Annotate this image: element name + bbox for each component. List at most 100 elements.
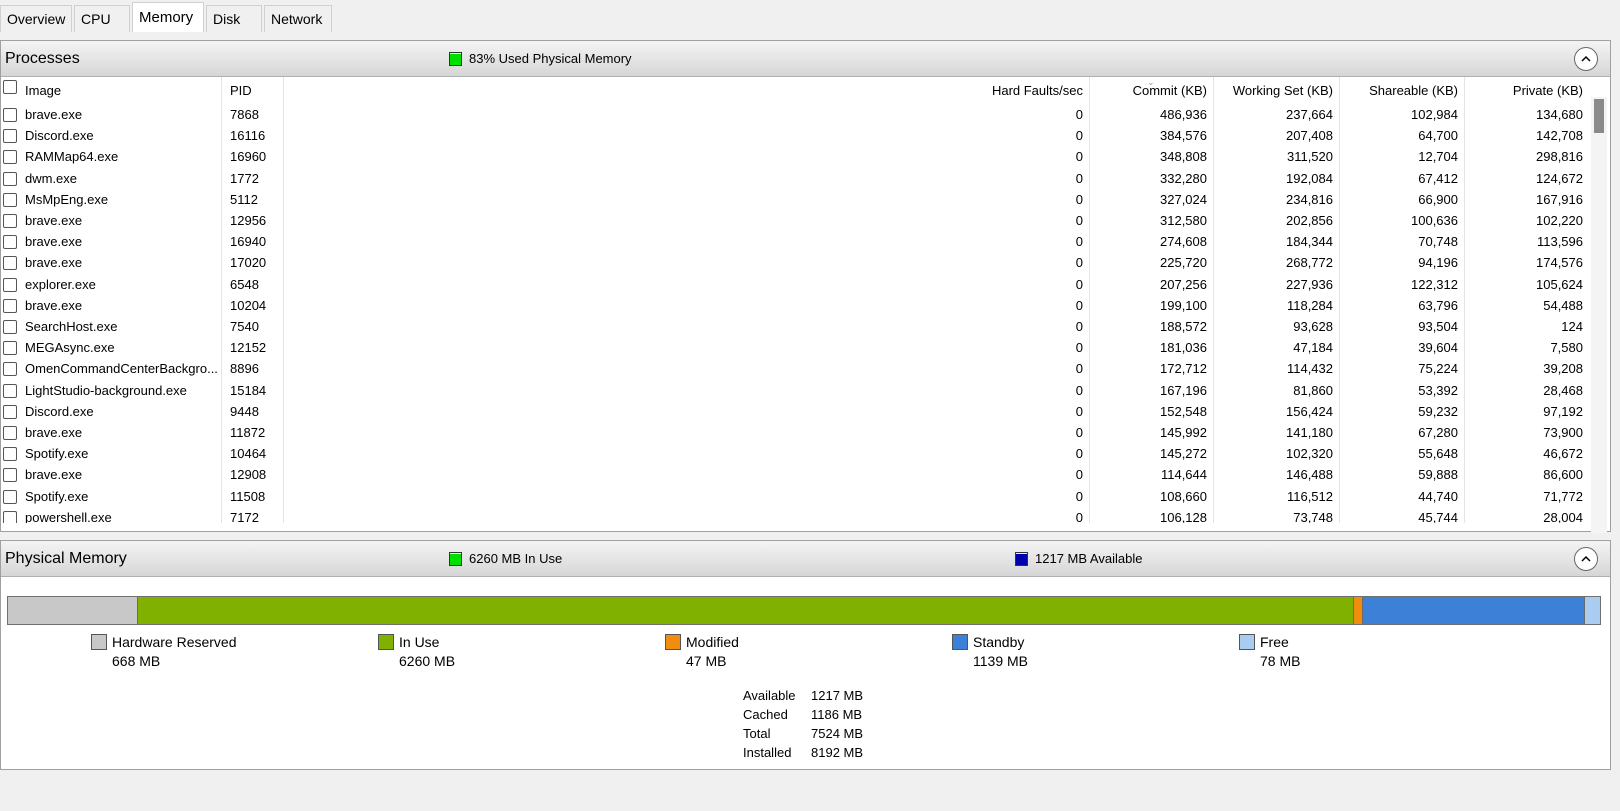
- cell-image: brave.exe: [25, 467, 83, 483]
- process-scrollbar[interactable]: [1591, 97, 1607, 533]
- collapse-physical-memory-button[interactable]: [1574, 547, 1598, 571]
- row-checkbox[interactable]: [3, 320, 17, 334]
- select-all-checkbox[interactable]: [3, 80, 17, 94]
- table-row[interactable]: RAMMap64.exe 16960 0 348,808 311,520 12,704 29…: [1, 147, 1591, 168]
- cell-image: brave.exe: [25, 425, 83, 440]
- tab-overview[interactable]: Overview: [0, 5, 72, 32]
- column-working-set[interactable]: Working Set (KB): [1219, 83, 1333, 98]
- cell-commit: 225,720: [1160, 255, 1207, 271]
- cell-working-set: 47,184: [1293, 340, 1333, 356]
- tab-network[interactable]: Network: [264, 5, 332, 32]
- cell-shareable: 63,796: [1418, 297, 1458, 313]
- row-checkbox[interactable]: [3, 383, 17, 398]
- cell-commit: 108,660: [1160, 488, 1207, 504]
- row-checkbox[interactable]: [3, 235, 17, 250]
- table-row[interactable]: brave.exe 16940 0 274,608 184,344 70,748 113,5…: [1, 232, 1591, 253]
- table-row[interactable]: Spotify.exe 10464 0 145,272 102,320 55,648 46,…: [1, 444, 1591, 465]
- cell-working-set: 141,180: [1286, 425, 1333, 440]
- column-commit[interactable]: Commit (KB): [1095, 83, 1207, 98]
- row-checkbox[interactable]: [3, 214, 17, 228]
- tab-cpu[interactable]: CPU: [74, 5, 130, 32]
- table-row[interactable]: MsMpEng.exe 5112 0 327,024 234,816 66,900 167,…: [1, 190, 1591, 211]
- table-row[interactable]: brave.exe 11872 0 145,992 141,180 67,280 73,90…: [1, 423, 1591, 444]
- row-checkbox[interactable]: [3, 510, 17, 523]
- stat-value: 1217 MB: [811, 688, 864, 703]
- row-checkbox[interactable]: [3, 129, 17, 144]
- column-hard-faults[interactable]: Hard Faults/sec: [901, 83, 1083, 98]
- cell-private: 39,208: [1543, 361, 1583, 377]
- table-row[interactable]: OmenCommandCenterBackgro... 8896 0 172,712 1…: [1, 359, 1591, 380]
- available-status: 1217 MB Available: [1015, 551, 1142, 566]
- cell-working-set: 114,432: [1286, 361, 1333, 377]
- cell-commit: 106,128: [1160, 509, 1207, 523]
- row-checkbox[interactable]: [3, 404, 17, 419]
- cell-commit: 145,272: [1160, 446, 1207, 462]
- row-checkbox[interactable]: [3, 256, 17, 271]
- cell-working-set: 207,408: [1286, 128, 1333, 144]
- cell-image: brave.exe: [25, 213, 83, 228]
- cell-image: OmenCommandCenterBackgro...: [25, 361, 217, 377]
- table-row[interactable]: dwm.exe 1772 0 332,280 192,084 67,412 124,672: [1, 169, 1591, 190]
- table-row[interactable]: MEGAsync.exe 12152 0 181,036 47,184 39,604 7,5…: [1, 338, 1591, 359]
- cell-commit: 199,100: [1160, 297, 1207, 313]
- cell-hard-faults: 0: [1075, 255, 1083, 271]
- tab-disk[interactable]: Disk: [206, 5, 262, 32]
- row-checkbox[interactable]: [3, 362, 17, 377]
- row-checkbox[interactable]: [3, 298, 17, 313]
- column-pid[interactable]: PID: [230, 83, 252, 98]
- row-checkbox[interactable]: [3, 171, 17, 186]
- table-row[interactable]: brave.exe 7868 0 486,936 237,664 102,984 134,6…: [1, 105, 1591, 126]
- row-checkbox[interactable]: [3, 108, 17, 122]
- table-row[interactable]: powershell.exe 7172 0 106,128 73,748 45,744 28…: [1, 508, 1591, 523]
- cell-private: 7,580: [1550, 340, 1583, 356]
- cell-pid: 12908: [230, 467, 267, 483]
- cell-private: 298,816: [1536, 149, 1583, 165]
- table-row[interactable]: SearchHost.exe 7540 0 188,572 93,628 93,504 12…: [1, 317, 1591, 338]
- used-memory-swatch: [449, 51, 462, 66]
- row-checkbox[interactable]: [3, 277, 17, 292]
- row-checkbox[interactable]: [3, 341, 17, 356]
- cell-hard-faults: 0: [1075, 191, 1083, 207]
- cell-commit: 348,808: [1160, 149, 1207, 165]
- cell-hard-faults: 0: [1075, 319, 1083, 334]
- table-row[interactable]: LightStudio-background.exe 15184 0 167,196 8…: [1, 381, 1591, 402]
- cell-image: brave.exe: [25, 107, 83, 122]
- table-row[interactable]: Discord.exe 9448 0 152,548 156,424 59,232 97,1…: [1, 402, 1591, 423]
- table-row[interactable]: brave.exe 10204 0 199,100 118,284 63,796 54,48…: [1, 296, 1591, 317]
- cell-private: 124: [1561, 319, 1583, 334]
- tab-memory[interactable]: Memory: [132, 2, 204, 32]
- row-checkbox[interactable]: [3, 150, 17, 165]
- row-checkbox[interactable]: [3, 192, 17, 207]
- scrollbar-thumb[interactable]: [1594, 99, 1604, 133]
- table-row[interactable]: brave.exe 17020 0 225,720 268,772 94,196 174,5…: [1, 253, 1591, 274]
- processes-panel: Processes 83% Used Physical Memory Image…: [0, 40, 1611, 533]
- row-checkbox[interactable]: [3, 447, 17, 462]
- cell-pid: 9448: [230, 403, 259, 419]
- cell-image: MEGAsync.exe: [25, 340, 115, 356]
- processes-header[interactable]: Processes 83% Used Physical Memory: [1, 41, 1610, 77]
- table-row[interactable]: brave.exe 12956 0 312,580 202,856 100,636 102,…: [1, 211, 1591, 232]
- bar-segment-free: [1584, 597, 1600, 624]
- table-row[interactable]: explorer.exe 6548 0 207,256 227,936 122,312 10…: [1, 275, 1591, 296]
- cell-private: 86,600: [1543, 467, 1583, 483]
- physical-memory-title: Physical Memory: [5, 550, 127, 567]
- collapse-processes-button[interactable]: [1574, 47, 1598, 71]
- column-shareable[interactable]: Shareable (KB): [1345, 83, 1458, 98]
- column-image[interactable]: Image: [25, 83, 61, 98]
- table-row[interactable]: Discord.exe 16116 0 384,576 207,408 64,700 142…: [1, 126, 1591, 147]
- physical-memory-header[interactable]: Physical Memory 6260 MB In Use 1217 MB A…: [1, 541, 1610, 577]
- cell-working-set: 184,344: [1286, 234, 1333, 250]
- cell-hard-faults: 0: [1075, 340, 1083, 356]
- legend-value: 78 MB: [1260, 653, 1301, 669]
- column-private[interactable]: Private (KB): [1470, 83, 1583, 98]
- used-memory-status: 83% Used Physical Memory: [449, 51, 632, 66]
- cell-pid: 8896: [230, 361, 259, 377]
- row-checkbox[interactable]: [3, 468, 17, 483]
- table-row[interactable]: Spotify.exe 11508 0 108,660 116,512 44,740 71,…: [1, 487, 1591, 508]
- in-use-status: 6260 MB In Use: [449, 551, 562, 566]
- cell-pid: 15184: [230, 382, 267, 398]
- row-checkbox[interactable]: [3, 426, 17, 440]
- row-checkbox[interactable]: [3, 489, 17, 504]
- cell-hard-faults: 0: [1075, 446, 1083, 462]
- table-row[interactable]: brave.exe 12908 0 114,644 146,488 59,888 86,60…: [1, 465, 1591, 486]
